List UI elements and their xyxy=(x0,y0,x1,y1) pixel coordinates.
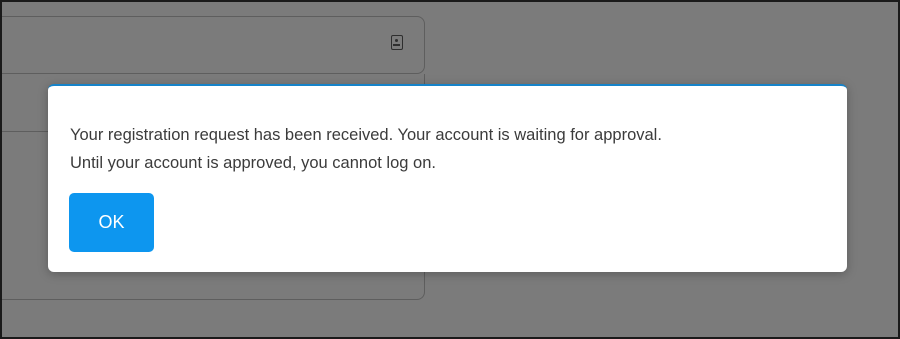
background-input-field xyxy=(2,16,425,74)
app-window: Your registration request has been recei… xyxy=(0,0,900,339)
registration-confirmation-dialog: Your registration request has been recei… xyxy=(48,84,847,272)
dialog-message-line: Your registration request has been recei… xyxy=(70,126,662,144)
dialog-message-line: Until your account is approved, you cann… xyxy=(70,154,436,172)
contact-card-icon xyxy=(391,35,403,50)
ok-button[interactable]: OK xyxy=(69,193,154,252)
dialog-message: Your registration request has been recei… xyxy=(70,121,830,177)
